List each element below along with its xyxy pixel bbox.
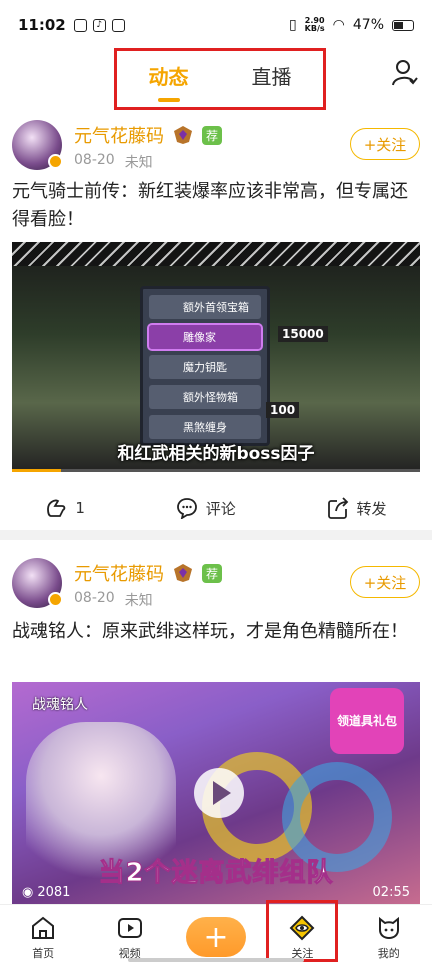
post-location: 未知 [124,593,153,609]
play-icon[interactable] [194,768,244,818]
nav-follow-highlight [266,900,338,962]
panel-item: 雕像家 [147,323,263,351]
status-right: ▯ 2.90 KB/s ◠ 47% [289,17,414,33]
battery-icon [392,19,414,31]
share-icon [327,497,348,519]
verified-badge-icon [48,154,63,169]
video-game-label: 战魂铭人 [32,697,88,713]
follow-button[interactable]: +关注 [350,128,420,160]
video-icon [117,918,142,938]
panel-item: 黑煞缠身 [149,415,261,439]
share-label: 转发 [356,499,387,518]
notification-icons: ♪ [73,18,125,32]
tab-live[interactable]: 直播 [252,61,292,90]
eye-icon: ◉ [22,885,34,900]
recommend-badge: 荐 [202,563,223,583]
post-meta: 08-20 未知 [74,152,153,172]
view-count-value: 2081 [37,885,71,900]
video-title-overlay: 当2个迷离武绯组队 [98,858,334,889]
progress-fill [12,469,61,472]
app-notification-icon [73,18,87,32]
share-button[interactable]: 转发 [327,497,387,519]
post-header: 元气花藤码 荐 08-20 未知 +关注 [12,120,420,176]
comment-button[interactable]: 评论 [176,497,236,519]
panel-item: 额外怪物箱 [149,385,261,409]
top-tabs: 动态 直播 [114,48,326,110]
status-bar: 11:02 ♪ ▯ 2.90 KB/s ◠ 47% [0,0,432,50]
nav-home[interactable]: 首页 [13,915,73,961]
nav-video[interactable]: 视频 [100,915,160,961]
post-text[interactable]: 元气骑士前传：新红装爆率应该非常高，但专属还得看脸！ [12,178,420,234]
wifi-icon: ◠ [332,17,345,33]
net-speed-unit: KB/s [304,24,325,33]
follow-manage-icon[interactable] [392,58,418,88]
like-button[interactable]: 1 [45,497,85,519]
bottom-nav: 首页 视频 + 关注 我的 [0,904,432,964]
level-crest-icon [174,126,192,144]
like-icon [47,499,66,517]
tab-dynamic[interactable]: 动态 [149,61,189,90]
net-speed: 2.90 KB/s [305,17,325,33]
panel-item: 魔力钥匙 [149,355,261,379]
game-value: 100 [266,402,300,418]
view-count: ◉ 2081 [22,885,70,900]
author-name[interactable]: 元气花藤码 [74,560,164,586]
panel-item: 额外首领宝箱 [149,295,261,319]
author-line: 元气花藤码 荐 [74,122,223,148]
author-line: 元气花藤码 荐 [74,560,223,586]
video-caption: 和红武相关的新boss因子 [117,444,315,464]
profile-icon [378,916,399,940]
message-notification-icon [111,18,125,32]
status-time: 11:02 [18,16,66,34]
post-date: 08-20 [74,590,115,606]
home-icon [32,916,55,939]
post-date: 08-20 [74,152,115,168]
nav-profile-label: 我的 [377,947,400,960]
follow-button[interactable]: +关注 [350,566,420,598]
promo-gift-badge[interactable]: 领道具礼包 [330,688,404,754]
tiktok-notification-icon: ♪ [92,18,106,32]
like-count: 1 [75,499,85,517]
level-crest-icon [174,564,192,582]
post-image[interactable]: 额外首领宝箱 雕像家 魔力钥匙 额外怪物箱 黑煞缠身 15000 100 和红武… [12,242,420,472]
vibrate-icon: ▯ [288,17,297,33]
post-divider [0,530,432,540]
post-text[interactable]: 战魂铭人：原来武绯这样玩，才是角色精髓所在！ [12,618,420,646]
post-video[interactable]: 战魂铭人 领道具礼包 当2个迷离武绯组队 ◉ 2081 02:55 [12,682,420,904]
post-meta: 08-20 未知 [74,590,153,610]
image-border-decoration [12,242,420,266]
nav-home-label: 首页 [32,947,55,960]
battery-percent: 47% [352,17,384,33]
progress-track [12,469,420,472]
comment-label: 评论 [205,499,236,518]
author-name[interactable]: 元气花藤码 [74,122,164,148]
recommend-badge: 荐 [202,125,223,145]
game-item-panel: 额外首领宝箱 雕像家 魔力钥匙 额外怪物箱 黑煞缠身 [140,286,270,446]
comment-icon [176,498,197,519]
nav-profile[interactable]: 我的 [359,915,419,961]
home-indicator[interactable] [128,958,304,962]
plus-icon: + [185,917,246,957]
nav-create[interactable]: + [185,915,246,957]
post-header: 元气花藤码 荐 08-20 未知 +关注 [12,558,420,614]
verified-badge-icon [48,592,63,607]
post-actions: 1 评论 转发 [0,486,432,530]
game-value: 15000 [278,326,328,342]
video-duration: 02:55 [372,885,410,900]
post-location: 未知 [124,155,153,171]
